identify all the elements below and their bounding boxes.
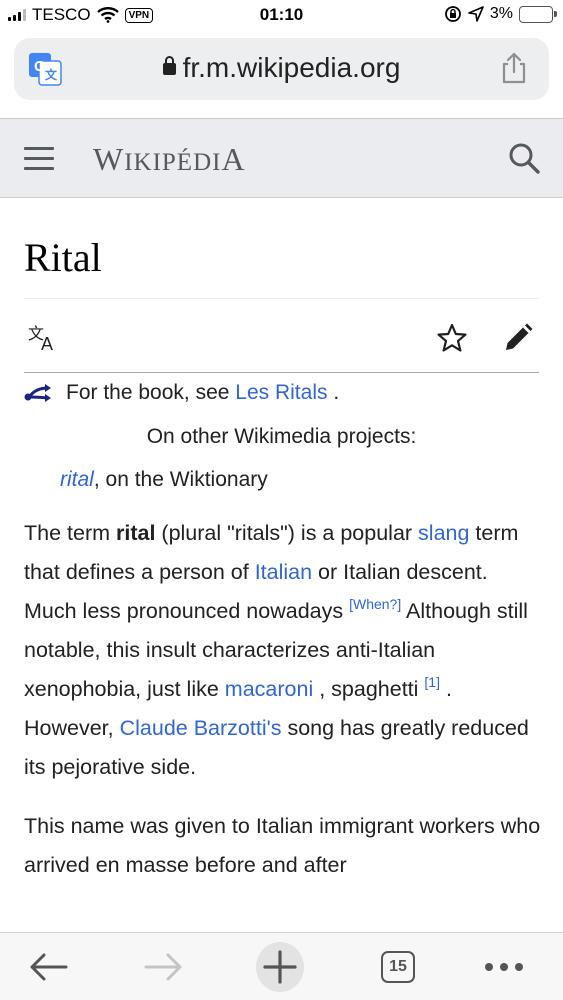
paragraph: The term rital (plural "ritals") is a po… [24,514,544,787]
disambiguation-icon [24,384,51,402]
hatnote: For the book, see Les Ritals . [24,381,339,405]
url-domain: fr.m.wikipedia.org [182,52,401,83]
link-slang[interactable]: slang [418,521,469,545]
address-bar[interactable]: G 文 fr.m.wikipedia.org [14,38,549,100]
language-icon[interactable]: 文 A [28,322,62,354]
status-right: 3% [444,5,557,23]
link-claude-barzotti[interactable]: Claude Barzotti's [120,716,282,740]
text: The term [24,521,116,545]
more-dots-icon [485,963,523,971]
text: , spaghetti [313,677,425,701]
hatnote-prefix: For the book, see [66,381,230,404]
new-tab-circle [256,942,304,992]
search-icon[interactable] [507,141,541,175]
page-title: Rital [24,235,102,280]
sister-projects-item: rital, on the Wiktionary [60,468,268,492]
arrow-left-icon [30,953,68,981]
text: (plural "ritals") is a popular [155,521,419,545]
article-content: The term rital (plural "ritals") is a po… [24,514,544,905]
lock-icon [162,56,176,75]
back-button[interactable] [24,943,72,991]
link-italian[interactable]: Italian [255,560,312,584]
hatnote-suffix: . [333,381,340,404]
divider [24,372,539,373]
edit-pencil-icon[interactable] [502,322,534,354]
hatnote-link[interactable]: Les Ritals [235,381,327,404]
logo-letter-a: A [221,141,246,177]
divider [24,298,539,299]
plus-icon [263,950,297,984]
arrow-right-icon [144,953,182,981]
when-tag[interactable]: [When?] [349,596,401,612]
logo-smallcaps: IKIPÉDI [124,149,222,176]
wiktionary-link[interactable]: rital [60,468,94,491]
status-bar: TESCO VPN 01:10 3% [0,0,563,32]
logo-letter-w: W [93,141,125,177]
more-button[interactable] [480,943,528,991]
reference-1[interactable]: [1] [424,674,440,690]
paragraph: This name was given to Italian immigrant… [24,814,541,877]
battery-percent: 3% [489,5,513,22]
menu-icon[interactable] [24,147,54,171]
forward-button[interactable] [140,943,188,991]
tab-count: 15 [381,951,415,983]
svg-text:A: A [41,334,53,354]
link-macaroni[interactable]: macaroni [225,677,313,701]
url-text[interactable]: fr.m.wikipedia.org [14,52,549,84]
star-icon[interactable] [436,322,468,354]
hatnote-text: For the book, see Les Ritals . [66,381,339,405]
new-tab-button[interactable] [256,942,304,992]
browser-toolbar: 15 [0,932,563,1000]
location-icon [468,6,484,22]
bold-term: rital [116,521,156,545]
sister-suffix: , on the Wiktionary [93,468,268,491]
sister-projects-title: On other Wikimedia projects: [146,425,417,448]
wikipedia-logo[interactable]: WIKIPÉDIA [93,141,246,178]
battery-icon [519,5,557,23]
wikipedia-header: WIKIPÉDIA [0,118,563,198]
orientation-lock-icon [444,6,461,22]
share-icon[interactable] [499,52,529,84]
tabs-button[interactable]: 15 [374,943,422,991]
